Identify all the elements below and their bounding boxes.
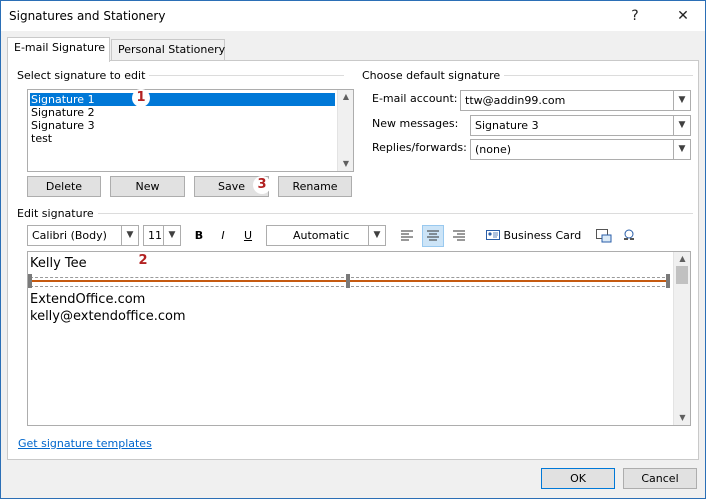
list-item-signature-3[interactable]: Signature 3 <box>30 119 95 132</box>
get-templates-link[interactable]: Get signature templates <box>18 437 152 450</box>
editor-line-email: kelly@extendoffice.com <box>30 309 186 324</box>
list-item-test[interactable]: test <box>30 132 52 145</box>
delete-button[interactable]: Delete <box>27 176 101 197</box>
chevron-down-icon[interactable]: ▼ <box>673 140 690 159</box>
signature-panel: Select signature to edit Signature 1 Sig… <box>7 60 699 460</box>
business-card-icon <box>486 230 500 240</box>
editor-line-website: ExtendOffice.com <box>30 292 146 307</box>
divider-dash-top <box>30 277 670 278</box>
edit-separator <box>96 213 693 214</box>
signatures-dialog: Signatures and Stationery ? ✕ E-mail Sig… <box>0 0 706 499</box>
size-select[interactable]: 11 ▼ <box>143 225 181 246</box>
title-bar: Signatures and Stationery ? ✕ <box>1 1 705 31</box>
chevron-down-icon[interactable]: ▼ <box>121 226 138 245</box>
list-item-signature-1[interactable]: Signature 1 <box>30 93 335 106</box>
editor-line-name: Kelly Tee <box>30 256 87 271</box>
scroll-up-icon[interactable]: ▲ <box>338 90 353 104</box>
chevron-down-icon[interactable]: ▼ <box>163 226 180 245</box>
italic-button[interactable]: I <box>214 226 232 246</box>
list-item-signature-2[interactable]: Signature 2 <box>30 106 95 119</box>
business-card-button[interactable]: Business Card <box>484 226 582 246</box>
step-badge-3: 3 <box>253 176 271 194</box>
scroll-down-icon[interactable]: ▼ <box>674 411 690 425</box>
new-button[interactable]: New <box>110 176 185 197</box>
email-account-label: E-mail account: <box>372 92 458 105</box>
email-account-value: ttw@addin99.com <box>465 94 566 107</box>
insert-picture-icon[interactable] <box>594 226 614 246</box>
tab-personal-stationery[interactable]: Personal Stationery <box>111 39 225 61</box>
bold-button[interactable]: B <box>190 226 208 246</box>
default-signature-label: Choose default signature <box>362 69 505 82</box>
edit-signature-label: Edit signature <box>17 207 98 220</box>
dialog-title: Signatures and Stationery <box>9 9 166 23</box>
align-right-icon[interactable] <box>449 226 469 246</box>
scroll-down-icon[interactable]: ▼ <box>338 157 353 171</box>
scroll-thumb[interactable] <box>676 266 688 284</box>
tab-email-signature-label: E-mail Signature <box>14 41 106 54</box>
defaults-separator <box>496 75 693 76</box>
underline-button[interactable]: U <box>239 226 257 246</box>
editor-scrollbar[interactable]: ▲ ▼ <box>673 252 690 425</box>
font-color-value: Automatic <box>293 229 350 242</box>
new-messages-select[interactable]: Signature 3 ▼ <box>470 115 691 136</box>
email-account-select[interactable]: ttw@addin99.com ▼ <box>460 90 691 111</box>
chevron-down-icon[interactable]: ▼ <box>673 91 690 110</box>
font-select[interactable]: Calibri (Body) ▼ <box>27 225 139 246</box>
insert-hyperlink-icon[interactable] <box>619 226 639 246</box>
signature-list[interactable]: Signature 1 Signature 2 Signature 3 test… <box>27 89 354 172</box>
step-badge-2: 2 <box>134 252 152 270</box>
tab-email-signature[interactable]: E-mail Signature <box>7 37 110 62</box>
align-center-icon[interactable] <box>422 225 444 247</box>
ok-button[interactable]: OK <box>541 468 615 489</box>
step-badge-1: 1 <box>132 89 150 107</box>
size-value: 11 <box>148 229 162 242</box>
font-value: Calibri (Body) <box>32 229 107 242</box>
rename-button[interactable]: Rename <box>278 176 352 197</box>
help-button[interactable]: ? <box>615 1 655 31</box>
align-left-icon[interactable] <box>397 226 417 246</box>
resize-handle-left[interactable] <box>28 274 32 288</box>
scroll-up-icon[interactable]: ▲ <box>674 252 690 266</box>
tab-personal-stationery-label: Personal Stationery <box>118 43 226 56</box>
chevron-down-icon[interactable]: ▼ <box>673 116 690 135</box>
new-messages-value: Signature 3 <box>475 119 539 132</box>
select-signature-label: Select signature to edit <box>17 69 150 82</box>
cancel-button[interactable]: Cancel <box>623 468 697 489</box>
signature-editor[interactable]: Kelly Tee 2 ExtendOffice.com kelly@exten… <box>27 251 691 426</box>
select-separator <box>148 75 344 76</box>
replies-select[interactable]: (none) ▼ <box>470 139 691 160</box>
signature-divider-line <box>30 280 670 282</box>
replies-value: (none) <box>475 143 512 156</box>
close-button[interactable]: ✕ <box>663 1 703 31</box>
resize-handle-middle[interactable] <box>346 274 350 288</box>
business-card-label: Business Card <box>503 229 582 242</box>
resize-handle-right[interactable] <box>666 274 670 288</box>
font-color-select[interactable]: Automatic ▼ <box>266 225 386 246</box>
divider-dash-bottom <box>30 286 670 287</box>
new-messages-label: New messages: <box>372 117 459 130</box>
signature-list-scrollbar[interactable]: ▲ ▼ <box>337 90 353 171</box>
replies-label: Replies/forwards: <box>372 141 467 154</box>
chevron-down-icon[interactable]: ▼ <box>368 226 385 245</box>
